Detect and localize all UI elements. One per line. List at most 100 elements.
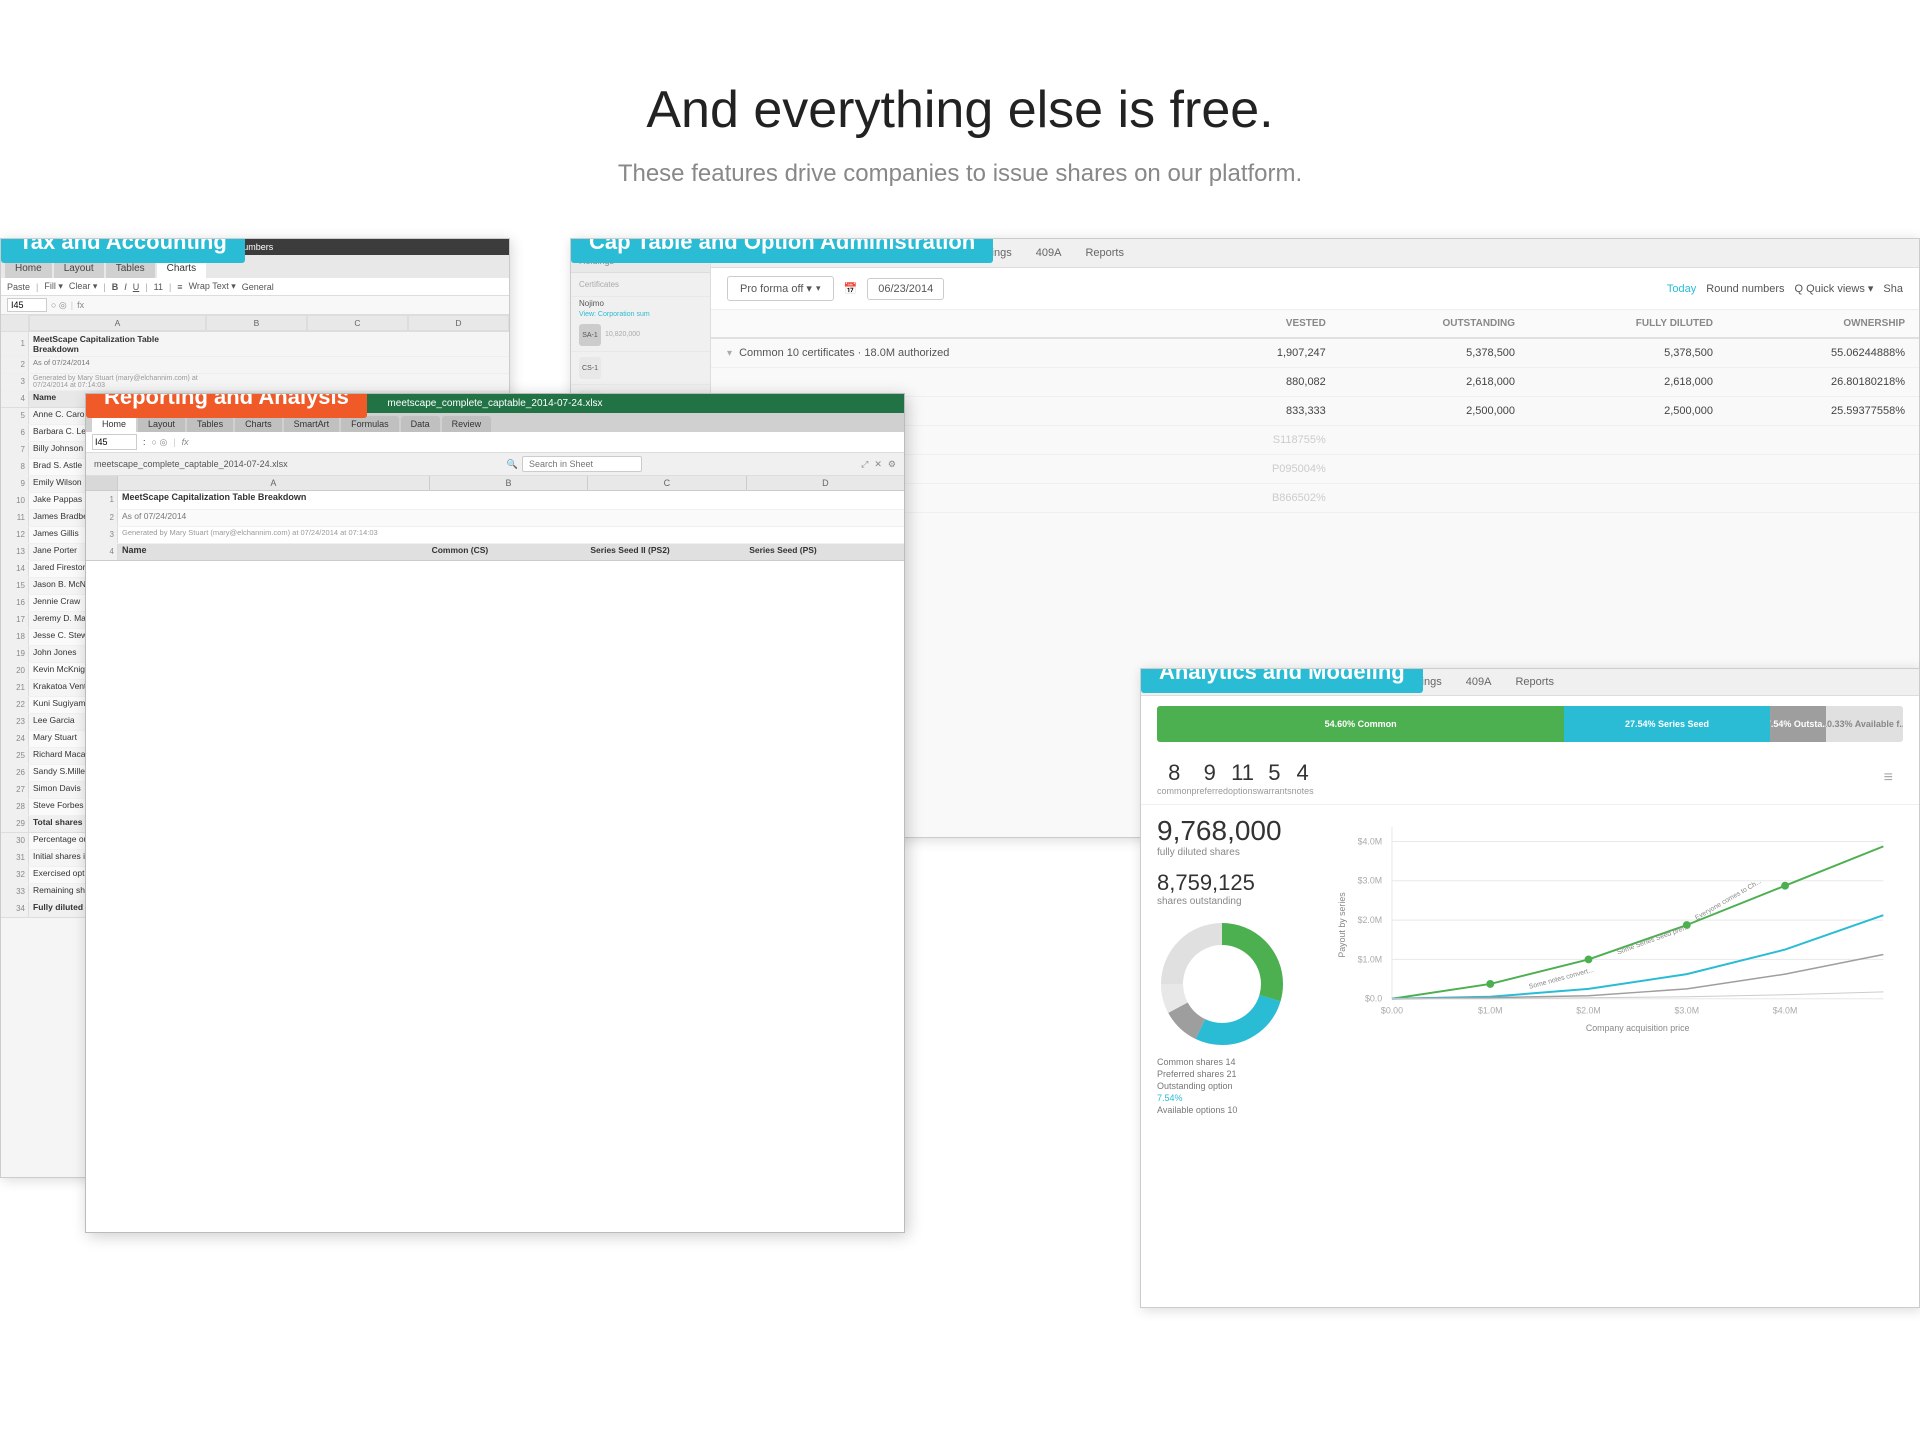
xls-top-right: ⤢ ✕ ⚙ <box>861 459 896 470</box>
ss-rn-31: 31 <box>1 850 29 866</box>
ct-cell-common-vested: 1,907,247 <box>1186 338 1340 368</box>
an-fully-diluted-label: fully diluted shares <box>1157 847 1317 858</box>
ss-font-btn[interactable]: B <box>112 282 119 292</box>
hamburger-icon[interactable]: ≡ <box>1884 769 1893 787</box>
ct-sidebar-item-sa1[interactable]: SA-1 10,820,000 <box>571 319 710 352</box>
xls-r2-a: As of 07/24/2014 <box>118 510 437 526</box>
ss-rn-24: 24 <box>1 731 29 747</box>
ct-nav-reports[interactable]: Reports <box>1085 247 1124 259</box>
ct-cell-row2-vested: 880,082 <box>1186 368 1340 397</box>
ss-cell-2d <box>411 357 509 373</box>
captable-label: Cap Table and Option Administration <box>571 238 993 263</box>
magnifier-icon: 🔍 <box>507 459 518 470</box>
an-stat-common-num: 8 <box>1157 760 1192 786</box>
xls-tab-home[interactable]: Home <box>92 416 136 432</box>
ct-cell-row3-vested: 833,333 <box>1186 397 1340 426</box>
svg-text:Everyone comes to Ch...: Everyone comes to Ch... <box>1694 878 1763 922</box>
ss-separator3: | <box>145 282 147 292</box>
proforma-button[interactable]: Pro forma off ▾ <box>727 276 834 301</box>
ss-italic-btn[interactable]: I <box>124 282 127 292</box>
an-stat-notes: 4 notes <box>1292 760 1314 796</box>
ct-sidebar-item-cs1[interactable]: CS-1 <box>571 352 710 385</box>
today-link[interactable]: Today <box>1667 283 1696 295</box>
ss-col-a: A <box>29 315 206 331</box>
ss-col-d: D <box>408 315 509 331</box>
ss-rn-26: 26 <box>1 765 29 781</box>
xls-cell-name[interactable] <box>92 434 137 450</box>
ct-th-fully-diluted: Fully Diluted <box>1529 310 1727 338</box>
ss-rn-10: 10 <box>1 493 29 509</box>
an-stat-options-num: 11 <box>1228 760 1257 786</box>
an-stat-preferred-num: 9 <box>1192 760 1229 786</box>
svg-text:$3.0M: $3.0M <box>1675 1005 1700 1015</box>
ss-cell-3c <box>312 374 410 390</box>
ss-rn-30: 30 <box>1 833 29 849</box>
ss-clear-btn[interactable]: Clear ▾ <box>69 281 98 292</box>
ct-cell-extra3: B866502% <box>1186 484 1340 513</box>
ss-cell-1c <box>306 332 407 356</box>
ct-cell-row2-outstanding: 2,618,000 <box>1340 368 1529 397</box>
chevron-down-icon: ▾ <box>727 348 732 359</box>
an-nav-409a[interactable]: 409A <box>1466 676 1492 688</box>
ct-cell-common-label: ▾ Common 10 certificates · 18.0M authori… <box>711 338 1186 368</box>
xls-r3-num: 3 <box>86 527 118 543</box>
an-nav-reports[interactable]: Reports <box>1515 676 1554 688</box>
ss-rn-8: 8 <box>1 459 29 475</box>
gear-icon: ⚙ <box>888 459 896 470</box>
xls-search-input[interactable] <box>522 456 642 472</box>
xls-tab-review[interactable]: Review <box>442 416 492 432</box>
xls-cC: C <box>588 476 746 490</box>
xls-func-icons: ○ ◎ <box>152 437 168 448</box>
ss-wrap-text[interactable]: Wrap Text ▾ <box>189 281 236 292</box>
ss-rn-7: 7 <box>1 442 29 458</box>
ss-rn-4: 4 <box>1 391 29 407</box>
ss-cell-2c <box>312 357 410 373</box>
ss-sep4: | <box>169 282 171 292</box>
xls-filename-mini: meetscape_complete_captable_2014-07-24.x… <box>94 459 288 469</box>
ss-row-1: 1 MeetScape Capitalization Table Breakdo… <box>1 332 509 357</box>
ct-nav-409a[interactable]: 409A <box>1036 247 1062 259</box>
xls-tab-formulas[interactable]: Formulas <box>341 416 399 432</box>
an-hamburger: ≡ <box>1314 769 1903 787</box>
ss-rn-27: 27 <box>1 782 29 798</box>
xls-tab-layout[interactable]: Layout <box>138 416 185 432</box>
ct-cell-row2-diluted: 2,618,000 <box>1529 368 1727 397</box>
an-outstanding-label: shares outstanding <box>1157 896 1317 907</box>
reporting-label: Reporting and Analysis <box>86 393 367 418</box>
xls-r4-c: Series Seed II (PS2) <box>586 544 745 560</box>
ct-row-common: ▾ Common 10 certificates · 18.0M authori… <box>711 338 1919 368</box>
ss-fill-btn[interactable]: Fill ▾ <box>44 281 63 292</box>
quick-views[interactable]: Q Quick views ▾ <box>1795 282 1874 295</box>
ss-underline-btn[interactable]: U <box>133 282 140 292</box>
ss-toolbar: Paste | Fill ▾ Clear ▾ | B I U | 11 | ≡ … <box>1 278 509 296</box>
round-numbers[interactable]: Round numbers <box>1706 283 1784 295</box>
ss-rn-22: 22 <box>1 697 29 713</box>
xls-tab-tables[interactable]: Tables <box>187 416 233 432</box>
xls-tab-data[interactable]: Data <box>401 416 440 432</box>
ss-rn-15: 15 <box>1 578 29 594</box>
xls-r2-d <box>748 510 904 526</box>
ss-cell-1b <box>205 332 306 356</box>
ss-col-headers: A B C D <box>1 315 509 332</box>
xls-tab-smartart[interactable]: SmartArt <box>284 416 340 432</box>
ss-align-left[interactable]: ≡ <box>177 282 182 292</box>
svg-text:$0.00: $0.00 <box>1381 1005 1403 1015</box>
xls-tab-charts[interactable]: Charts <box>235 416 282 432</box>
date-input[interactable]: 06/23/2014 <box>867 278 944 300</box>
xls-r4: 4 Name Common (CS) Series Seed II (PS2) … <box>86 544 904 561</box>
svg-text:$0.0: $0.0 <box>1365 994 1382 1004</box>
xls-r3-b <box>437 527 593 543</box>
ss-font-size[interactable]: 11 <box>154 282 163 292</box>
ss-cell-1a: MeetScape Capitalization Table Breakdown <box>29 332 205 356</box>
an-stat-warrants: 5 warrants <box>1257 760 1292 796</box>
ct-avatar-sa1: SA-1 <box>579 324 601 346</box>
ss-paste-btn[interactable]: Paste <box>7 282 30 292</box>
ss-rn-23: 23 <box>1 714 29 730</box>
ss-rn-2: 2 <box>1 357 29 373</box>
ss-rn-5: 5 <box>1 408 29 424</box>
xls-fx: fx <box>182 437 189 447</box>
an-detail-avail: 7.54% <box>1157 1093 1317 1103</box>
ss-cell-ref-input[interactable] <box>7 298 47 312</box>
svg-text:Some notes convert...: Some notes convert... <box>1528 967 1594 991</box>
share-btn[interactable]: Sha <box>1883 283 1903 295</box>
